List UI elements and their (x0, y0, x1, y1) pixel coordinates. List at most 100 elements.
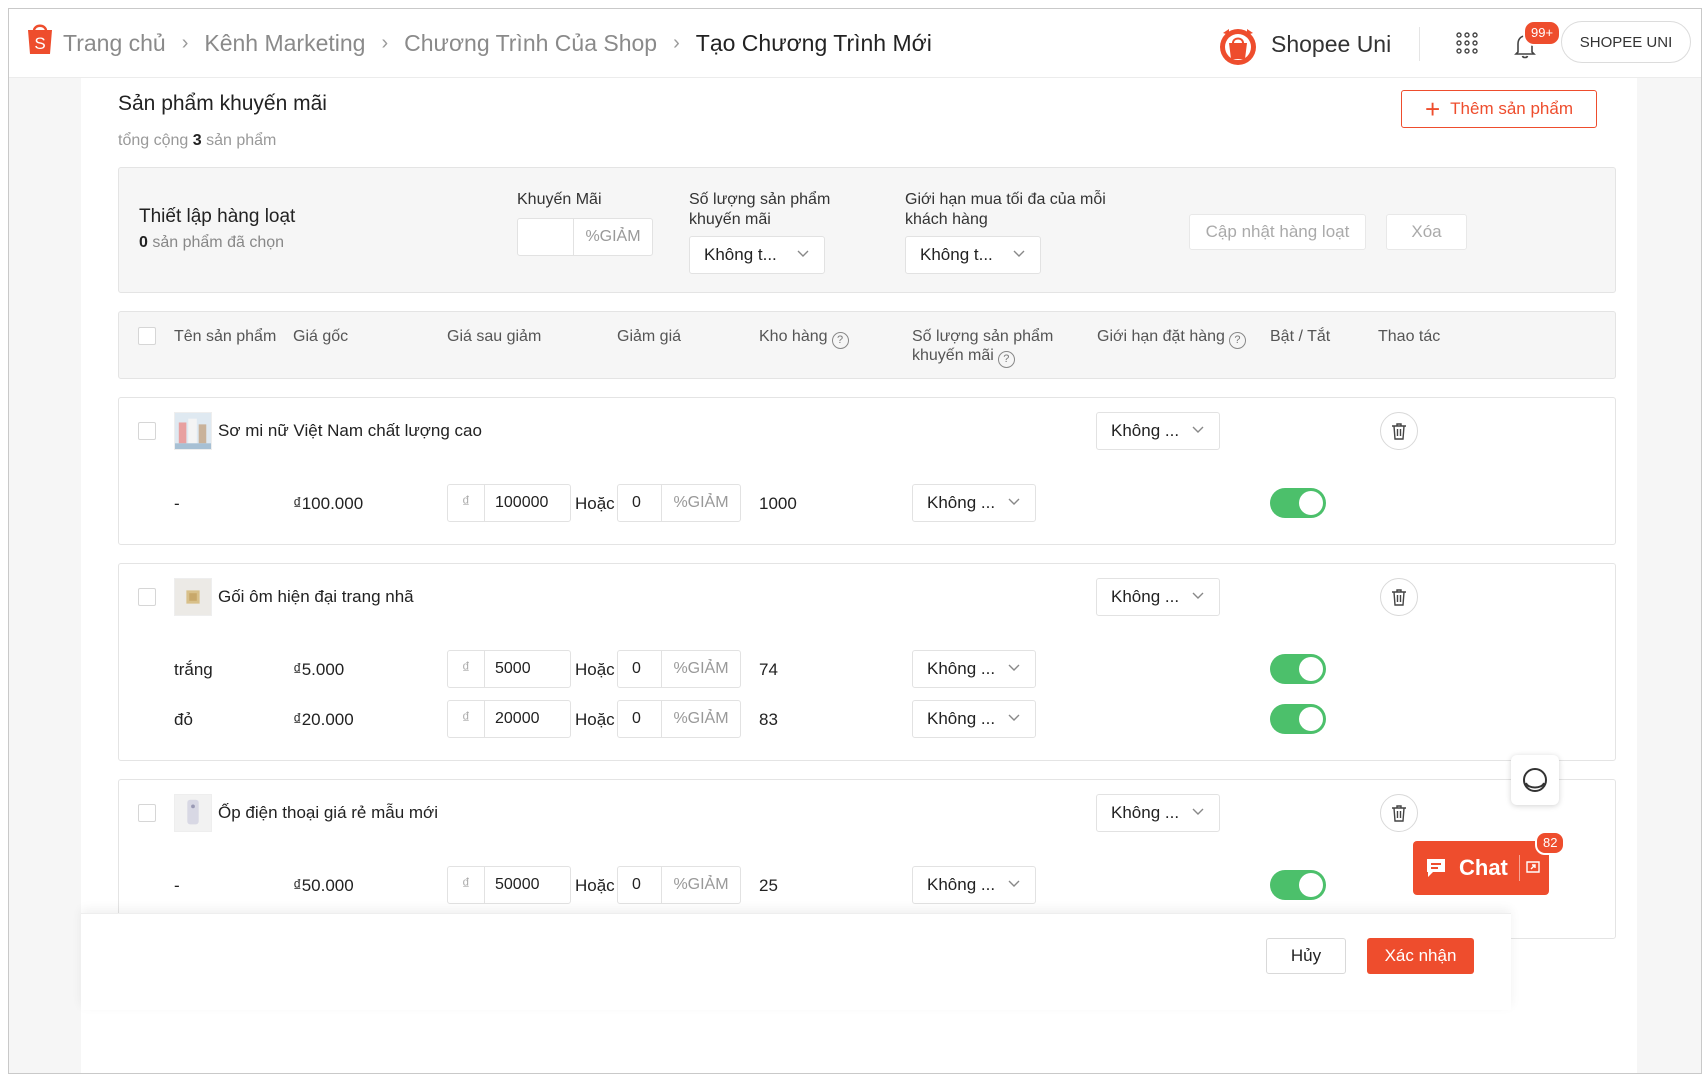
currency-symbol: ₫ (448, 485, 485, 521)
bulk-limit-select[interactable]: Không t... (905, 236, 1041, 274)
currency-symbol: ₫ (448, 867, 485, 903)
product-checkbox[interactable] (138, 422, 156, 440)
variant-name: - (174, 876, 180, 895)
stock-value: 1000 (759, 494, 797, 513)
promo-qty-value: Không ... (927, 659, 996, 678)
support-button[interactable] (1511, 755, 1559, 805)
headset-icon (1523, 768, 1547, 792)
svg-text:S: S (34, 34, 45, 53)
cancel-button[interactable]: Hủy (1266, 938, 1346, 974)
bulk-qty-label: Số lượng sản phẩm khuyến mãi (689, 191, 831, 228)
sale-price-input[interactable]: ₫ 100000 (447, 484, 571, 522)
help-question-icon[interactable]: ? (997, 351, 1015, 368)
promo-qty-select[interactable]: Không ... (912, 866, 1036, 904)
product-thumbnail (174, 578, 212, 616)
promo-qty-select[interactable]: Không ... (912, 650, 1036, 688)
product-name: Sơ mi nữ Việt Nam chất lượng cao (218, 421, 482, 440)
add-product-button[interactable]: + Thêm sản phẩm (1401, 90, 1597, 128)
sale-price-input[interactable]: ₫ 50000 (447, 866, 571, 904)
discount-value: 0 (632, 494, 641, 511)
bulk-limit-value: Không t... (920, 245, 993, 264)
stock-value: 25 (759, 876, 778, 895)
col-stock-label: Kho hàng (759, 328, 828, 345)
order-limit-value: Không ... (1111, 803, 1180, 822)
confirm-button[interactable]: Xác nhận (1367, 938, 1474, 974)
col-stock: Kho hàng? (759, 327, 849, 349)
enable-toggle[interactable] (1270, 488, 1326, 518)
product-checkbox[interactable] (138, 804, 156, 822)
order-limit-select[interactable]: Không ... (1096, 578, 1220, 616)
chevron-down-icon (1008, 880, 1020, 887)
col-sale-price: Giá sau giảm (447, 328, 542, 345)
bulk-delete-button[interactable]: Xóa (1386, 214, 1467, 250)
or-label: Hoặc (575, 710, 615, 729)
enable-toggle[interactable] (1270, 704, 1326, 734)
delete-product-button[interactable] (1380, 412, 1418, 450)
product-checkbox[interactable] (138, 588, 156, 606)
stock-value: 74 (759, 660, 778, 679)
sale-price-value: 50000 (495, 876, 540, 893)
col-order-limit: Giới hạn đặt hàng? (1097, 327, 1246, 349)
col-actions: Thao tác (1378, 328, 1441, 345)
shop-account-button[interactable]: SHOPEE UNI (1561, 21, 1691, 63)
shopee-bag-icon[interactable]: S (25, 21, 55, 55)
selected-count: 0 (139, 234, 148, 251)
bulk-update-button[interactable]: Cập nhật hàng loạt (1189, 214, 1366, 250)
discount-value: 0 (632, 660, 641, 677)
discount-percent-input[interactable]: 0 %GIẢM (617, 650, 741, 688)
chat-unread-badge: 82 (1535, 831, 1566, 855)
promo-qty-select[interactable]: Không ... (912, 484, 1036, 522)
col-promo-qty-label: Số lượng sản phẩm khuyến mãi (912, 328, 1054, 364)
discount-percent-input[interactable]: 0 %GIẢM (617, 866, 741, 904)
bulk-discount-input[interactable]: %GIẢM (517, 218, 653, 256)
delete-product-button[interactable] (1380, 578, 1418, 616)
promo-qty-select[interactable]: Không ... (912, 700, 1036, 738)
chat-bubble-icon (1427, 859, 1445, 877)
variant-name: đỏ (174, 710, 193, 729)
help-question-icon[interactable]: ? (831, 332, 849, 349)
discount-suffix: %GIẢM (661, 485, 740, 521)
chat-button[interactable]: Chat (1413, 841, 1549, 895)
shopee-uni-logo-icon (1220, 29, 1256, 65)
original-price: ₫20.000 (293, 710, 354, 729)
sale-price-input[interactable]: ₫ 20000 (447, 700, 571, 738)
bulk-discount-suffix: %GIẢM (573, 219, 652, 255)
discount-percent-input[interactable]: 0 %GIẢM (617, 484, 741, 522)
delete-product-button[interactable] (1380, 794, 1418, 832)
breadcrumb-shop-programs[interactable]: Chương Trình Của Shop (404, 30, 657, 57)
breadcrumb-home[interactable]: Trang chủ (63, 30, 166, 57)
shopee-uni-label[interactable]: Shopee Uni (1271, 31, 1391, 58)
enable-toggle[interactable] (1270, 654, 1326, 684)
discount-percent-input[interactable]: 0 %GIẢM (617, 700, 741, 738)
or-label: Hoặc (575, 660, 615, 679)
discount-suffix: %GIẢM (661, 651, 740, 687)
selected-suffix: sản phẩm đã chọn (152, 234, 285, 251)
chevron-down-icon (1008, 714, 1020, 721)
top-header: S Trang chủ › Kênh Marketing › Chương Tr… (9, 9, 1701, 78)
expand-icon[interactable] (1525, 859, 1541, 875)
toggle-knob (1299, 873, 1323, 897)
help-question-icon[interactable]: ? (1228, 332, 1246, 349)
discount-suffix: %GIẢM (661, 701, 740, 737)
col-order-limit-label: Giới hạn đặt hàng (1097, 328, 1225, 345)
bulk-qty-select[interactable]: Không t... (689, 236, 825, 274)
order-limit-select[interactable]: Không ... (1096, 794, 1220, 832)
variant-name: trắng (174, 660, 213, 679)
order-limit-select[interactable]: Không ... (1096, 412, 1220, 450)
product-name: Gối ôm hiện đại trang nhã (218, 587, 414, 606)
discount-value: 0 (632, 876, 641, 893)
trash-icon (1392, 423, 1406, 440)
variant-name: - (174, 494, 180, 513)
breadcrumb-marketing[interactable]: Kênh Marketing (204, 30, 365, 57)
select-all-checkbox[interactable] (138, 327, 156, 345)
bulk-title: Thiết lập hàng loạt (139, 206, 296, 227)
sale-price-input[interactable]: ₫ 5000 (447, 650, 571, 688)
toggle-knob (1299, 657, 1323, 681)
header-divider (1419, 27, 1420, 61)
enable-toggle[interactable] (1270, 870, 1326, 900)
apps-grid-icon[interactable] (1455, 31, 1479, 55)
product-thumbnail (174, 412, 212, 450)
chevron-down-icon (1192, 592, 1204, 599)
bulk-limit-label: Giới hạn mua tối đa của mỗi khách hàng (905, 191, 1106, 228)
product-group: Gối ôm hiện đại trang nhã Không ... trắn… (118, 563, 1616, 761)
